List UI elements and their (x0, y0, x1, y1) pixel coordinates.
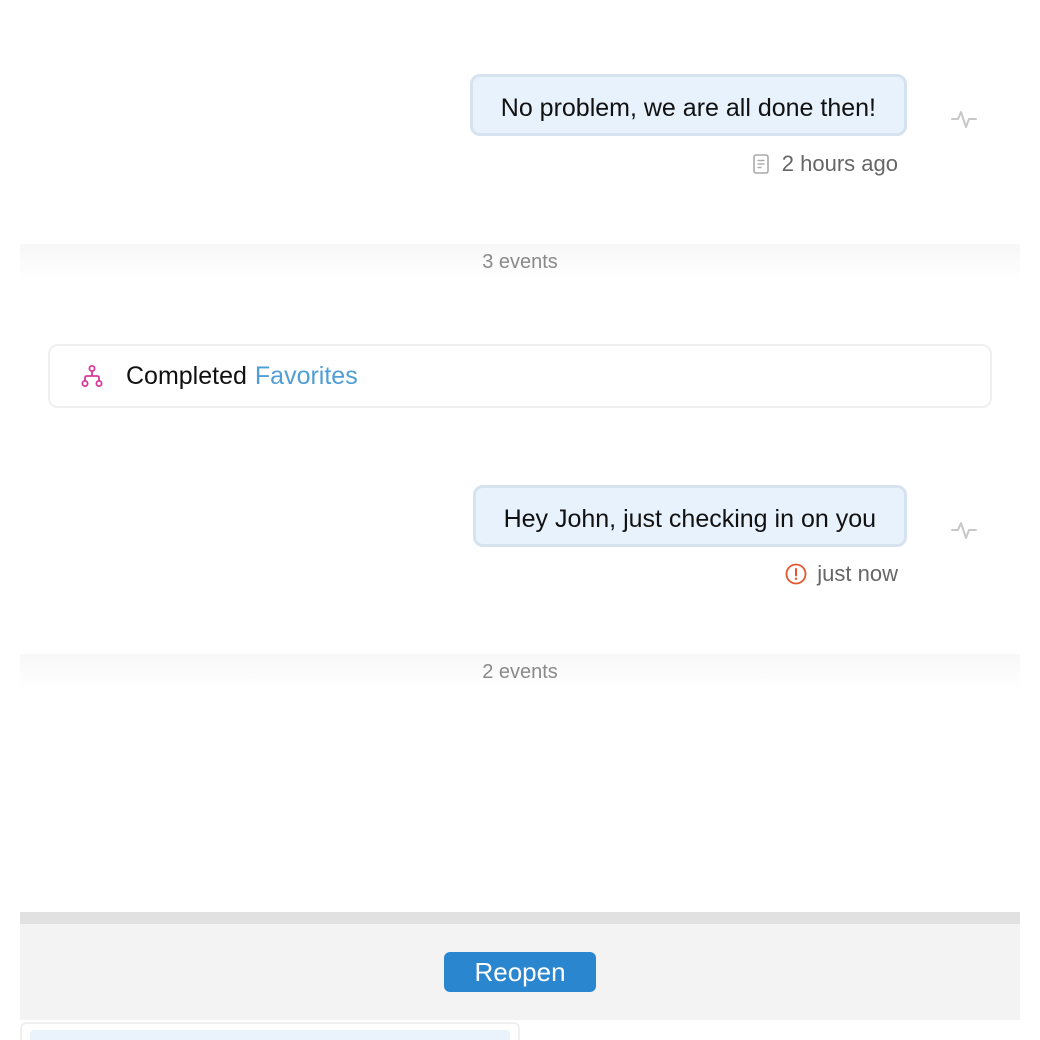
message-meta: just now (785, 559, 898, 589)
reopen-button[interactable]: Reopen (444, 952, 596, 992)
events-separator[interactable]: 2 events (20, 654, 1020, 690)
event-card: Completed Favorites (48, 344, 992, 408)
activity-icon[interactable] (950, 516, 978, 544)
conversation-view: No problem, we are all done then! 2 hour… (0, 0, 1040, 1040)
message-bubble[interactable]: Hey John, just checking in on you (472, 485, 907, 547)
alert-circle-icon (785, 563, 807, 585)
composer-preview[interactable] (20, 1022, 520, 1040)
event-action: Completed (126, 361, 247, 390)
note-icon (752, 154, 769, 174)
flow-icon (81, 365, 103, 387)
message-time: just now (817, 561, 898, 586)
activity-icon[interactable] (950, 105, 978, 133)
events-separator[interactable]: 3 events (20, 244, 1020, 280)
composer-preview-inner (30, 1030, 510, 1040)
footer-divider (20, 912, 1020, 924)
footer: Reopen (20, 924, 1020, 1020)
message-bubble[interactable]: No problem, we are all done then! (469, 74, 907, 136)
message-time: 2 hours ago (781, 151, 898, 176)
message-meta: 2 hours ago (750, 149, 898, 179)
event-target-link[interactable]: Favorites (255, 362, 358, 391)
